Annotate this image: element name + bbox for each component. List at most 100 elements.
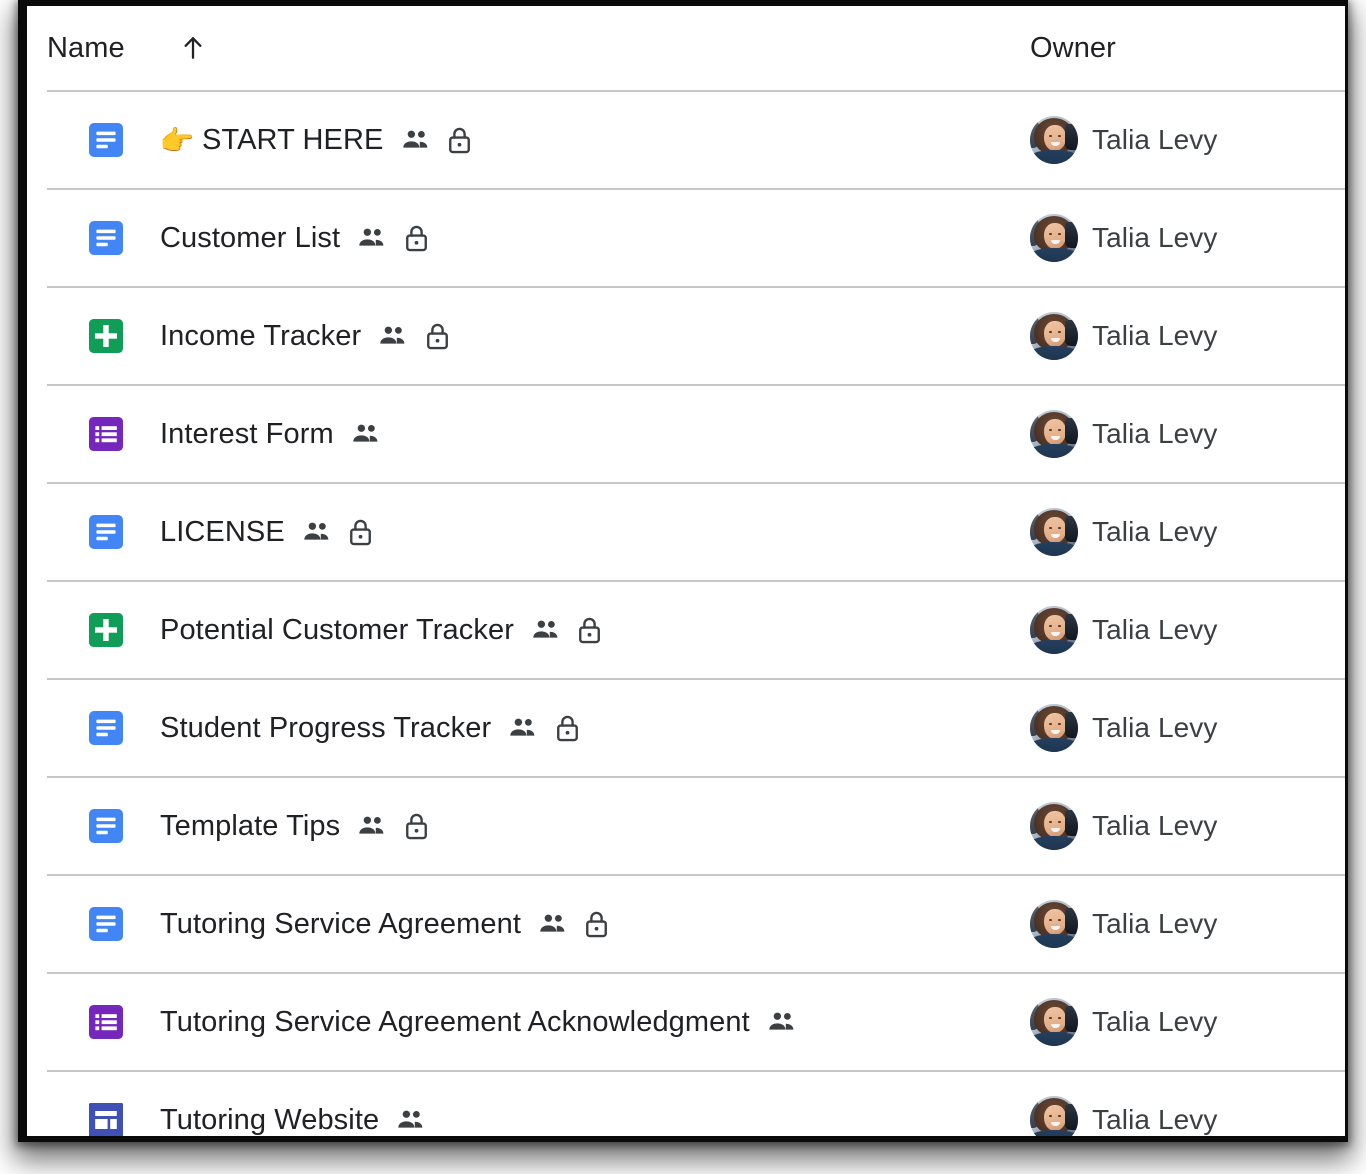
table-row[interactable]: Potential Customer Tracker Talia Levy (27, 582, 1345, 678)
file-owner-label: Talia Levy (1092, 124, 1218, 155)
lock-icon (424, 321, 450, 351)
lock-icon (554, 713, 580, 743)
file-owner-cell: Talia Levy (1030, 802, 1218, 850)
table-row[interactable]: Customer List Talia Levy (27, 190, 1345, 286)
avatar (1030, 802, 1078, 850)
lock-icon (403, 811, 429, 841)
google-docs-icon (89, 221, 123, 255)
file-owner-cell: Talia Levy (1030, 1096, 1218, 1136)
column-header-name[interactable]: Name (47, 32, 208, 65)
lock-icon (447, 125, 473, 155)
file-rows-container: 👉 START HERE Talia Levy Customer List Ta… (27, 92, 1345, 1136)
file-owner-label: Talia Levy (1092, 1104, 1218, 1135)
google-docs-icon (89, 123, 123, 157)
file-name-label: Student Progress Tracker (160, 711, 492, 744)
people-shared-icon (351, 419, 381, 449)
people-shared-icon (302, 517, 332, 547)
google-sites-icon (89, 1103, 123, 1136)
table-row[interactable]: Income Tracker Talia Levy (27, 288, 1345, 384)
file-name-cell[interactable]: 👉 START HERE (160, 123, 473, 157)
file-owner-label: Talia Levy (1092, 418, 1218, 449)
file-name-cell[interactable]: Tutoring Service Agreement Acknowledgmen… (160, 1006, 797, 1039)
google-docs-icon (89, 515, 123, 549)
file-owner-cell: Talia Levy (1030, 214, 1218, 262)
file-name-label: Customer List (160, 221, 341, 254)
file-owner-label: Talia Levy (1092, 1006, 1218, 1037)
table-row[interactable]: Template Tips Talia Levy (27, 778, 1345, 874)
people-shared-icon (767, 1007, 797, 1037)
pointing-hand-icon: 👉 (159, 124, 195, 156)
file-name-cell[interactable]: Student Progress Tracker (160, 712, 580, 745)
people-shared-icon (357, 811, 387, 841)
file-owner-cell: Talia Levy (1030, 508, 1218, 556)
people-shared-icon (401, 125, 431, 155)
table-row[interactable]: Interest Form Talia Levy (27, 386, 1345, 482)
lock-icon (403, 223, 429, 253)
file-name-cell[interactable]: Template Tips (160, 810, 429, 843)
avatar (1030, 410, 1078, 458)
file-name-cell[interactable]: Interest Form (160, 418, 381, 451)
column-header-name-label: Name (47, 31, 125, 64)
file-name-label: Income Tracker (160, 319, 362, 352)
file-name-label: START HERE (202, 123, 384, 156)
table-row[interactable]: 👉 START HERE Talia Levy (27, 92, 1345, 188)
file-list-surface: Name Owner 👉 START HERE Talia Levy Custo… (27, 6, 1345, 1136)
file-name-cell[interactable]: Income Tracker (160, 320, 450, 353)
google-docs-icon (89, 809, 123, 843)
file-name-cell[interactable]: Customer List (160, 222, 429, 255)
google-sheets-icon (89, 319, 123, 353)
file-owner-cell: Talia Levy (1030, 410, 1218, 458)
avatar (1030, 1096, 1078, 1136)
people-shared-icon (538, 909, 568, 939)
file-name-label: Potential Customer Tracker (160, 613, 514, 646)
lock-icon (577, 615, 603, 645)
file-name-label: Template Tips (160, 809, 341, 842)
file-name-cell[interactable]: Tutoring Service Agreement (160, 908, 610, 941)
avatar (1030, 312, 1078, 360)
file-name-label: Tutoring Service Agreement (160, 907, 521, 940)
file-owner-cell: Talia Levy (1030, 704, 1218, 752)
file-name-cell[interactable]: LICENSE (160, 516, 374, 549)
people-shared-icon (396, 1105, 426, 1135)
file-owner-label: Talia Levy (1092, 614, 1218, 645)
people-shared-icon (357, 223, 387, 253)
column-header-owner[interactable]: Owner (1030, 32, 1116, 65)
avatar (1030, 900, 1078, 948)
google-forms-icon (89, 1005, 123, 1039)
google-forms-icon (89, 417, 123, 451)
avatar (1030, 214, 1078, 262)
file-list-header: Name Owner (27, 6, 1345, 90)
table-row[interactable]: Student Progress Tracker Talia Levy (27, 680, 1345, 776)
file-owner-cell: Talia Levy (1030, 116, 1218, 164)
file-owner-label: Talia Levy (1092, 320, 1218, 351)
table-row[interactable]: Tutoring Service Agreement Talia Levy (27, 876, 1345, 972)
lock-icon (348, 517, 374, 547)
avatar (1030, 606, 1078, 654)
arrow-up-icon[interactable] (178, 33, 208, 63)
table-row[interactable]: Tutoring Website Talia Levy (27, 1072, 1345, 1136)
file-owner-label: Talia Levy (1092, 222, 1218, 253)
lock-icon (584, 909, 610, 939)
file-name-cell[interactable]: Tutoring Website (160, 1104, 426, 1137)
google-docs-icon (89, 907, 123, 941)
avatar (1030, 998, 1078, 1046)
table-row[interactable]: LICENSE Talia Levy (27, 484, 1345, 580)
file-owner-label: Talia Levy (1092, 908, 1218, 939)
file-owner-cell: Talia Levy (1030, 998, 1218, 1046)
file-name-cell[interactable]: Potential Customer Tracker (160, 614, 603, 647)
table-row[interactable]: Tutoring Service Agreement Acknowledgmen… (27, 974, 1345, 1070)
avatar (1030, 508, 1078, 556)
file-name-label: Interest Form (160, 417, 334, 450)
people-shared-icon (378, 321, 408, 351)
